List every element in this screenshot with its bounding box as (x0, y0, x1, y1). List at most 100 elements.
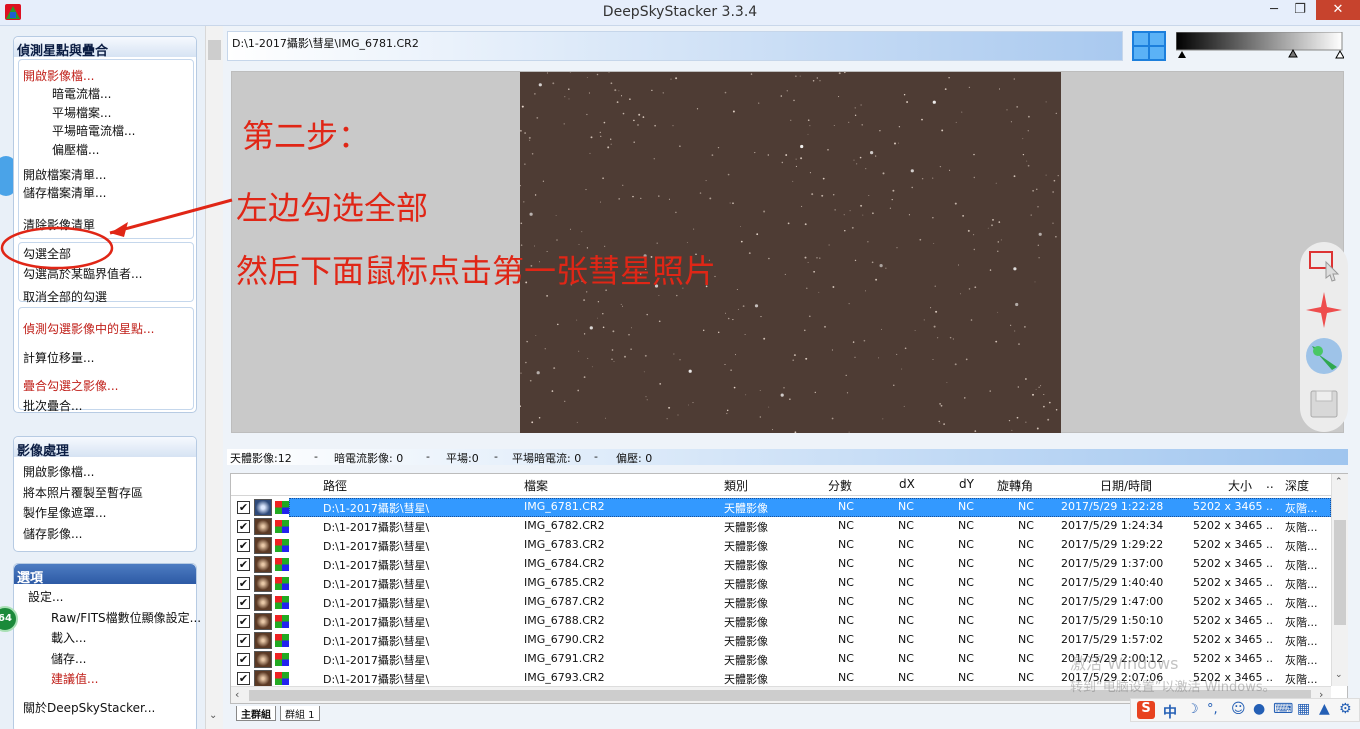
batch-stacking-link[interactable]: 批次疊合... (23, 397, 82, 414)
uncheck-all-link[interactable]: 取消全部的勾選 (23, 288, 107, 305)
table-vertical-scrollbar[interactable]: ⌃ ⌄ (1331, 474, 1348, 686)
raw-fits-settings-link[interactable]: Raw/FITS檔數位顯像設定... (51, 609, 201, 626)
microphone-icon[interactable]: ● (1253, 701, 1265, 717)
register-checked-link[interactable]: 偵測勾選影像中的星點... (23, 320, 154, 337)
scroll-up-arrow-icon[interactable]: ⌃ (1335, 477, 1343, 487)
save-settings-link[interactable]: 儲存... (51, 650, 86, 667)
open-images-link[interactable]: 開啟影像檔... (23, 67, 94, 84)
copy-to-clipboard-link[interactable]: 將本照片覆製至暫存區 (23, 484, 143, 501)
star (659, 383, 662, 385)
compute-offsets-link[interactable]: 計算位移量... (23, 349, 94, 366)
star (997, 311, 999, 313)
tab-main-group[interactable]: 主群組 (236, 706, 276, 721)
col-cfa[interactable]: .. (1266, 477, 1274, 491)
stack-checked-link[interactable]: 疊合勾選之影像... (23, 377, 118, 394)
cell-score: NC (838, 500, 854, 513)
punctuation-icon[interactable]: °, (1207, 702, 1218, 717)
tab-group-1[interactable]: 群組 1 (280, 706, 320, 721)
scroll-thumb[interactable] (1334, 520, 1346, 625)
star-edit-icon[interactable] (1304, 290, 1344, 330)
row-checkbox[interactable]: ✔ (237, 539, 250, 552)
star (1037, 244, 1039, 246)
dark-files-link[interactable]: 暗電流檔... (52, 85, 111, 102)
moon-icon[interactable]: ☽ (1187, 702, 1199, 717)
left-scrollbar[interactable]: ⌄ (205, 26, 223, 729)
table-row[interactable]: ✔ D:\1-2017攝影\彗星\ IMG_6790.CR2 天體影像 NC NC NC NC… (231, 631, 1331, 650)
ime-language[interactable]: 中 (1163, 702, 1177, 722)
clear-list-link[interactable]: 清除影像清單 (23, 216, 95, 233)
table-row[interactable]: ✔ D:\1-2017攝影\彗星\ IMG_6782.CR2 天體影像 NC NC NC NC… (231, 517, 1331, 536)
star (908, 214, 910, 216)
dark-flat-files-link[interactable]: 平場暗電流檔... (52, 122, 135, 139)
row-checkbox[interactable]: ✔ (237, 558, 250, 571)
maximize-button[interactable]: ❐ (1286, 0, 1314, 20)
star (646, 399, 648, 401)
col-path[interactable]: 路徑 (323, 477, 347, 494)
ime-toolbar[interactable]: S 中 ☽ °, ☺ ● ⌨ ▦ ▲ ⚙ (1130, 698, 1360, 722)
row-checkbox[interactable]: ✔ (237, 634, 250, 647)
star (896, 353, 898, 355)
star-mask-link[interactable]: 製作星像遮罩... (23, 504, 106, 521)
row-checkbox[interactable]: ✔ (237, 615, 250, 628)
row-checkbox[interactable]: ✔ (237, 577, 250, 590)
col-dy[interactable]: dY (959, 477, 974, 491)
table-row[interactable]: ✔ D:\1-2017攝影\彗星\ IMG_6781.CR2 天體影像 NC NC NC NC… (231, 498, 1331, 517)
table-row[interactable]: ✔ D:\1-2017攝影\彗星\ IMG_6787.CR2 天體影像 NC NC NC NC… (231, 593, 1331, 612)
star (923, 319, 925, 321)
emoji-icon[interactable]: ☺ (1231, 701, 1246, 717)
recommended-link[interactable]: 建議值... (51, 670, 98, 687)
minimize-button[interactable]: ─ (1260, 0, 1288, 20)
toolbox-icon[interactable]: ▦ (1297, 701, 1310, 717)
table-row[interactable]: ✔ D:\1-2017攝影\彗星\ IMG_6783.CR2 天體影像 NC NC NC NC… (231, 536, 1331, 555)
table-row[interactable]: ✔ D:\1-2017攝影\彗星\ IMG_6785.CR2 天體影像 NC NC NC NC… (231, 574, 1331, 593)
col-date[interactable]: 日期/時間 (1100, 477, 1152, 494)
save-image-link[interactable]: 儲存影像... (23, 525, 82, 542)
star (814, 391, 816, 394)
star (1035, 388, 1037, 390)
star (702, 329, 705, 332)
star (630, 348, 632, 350)
star (732, 110, 735, 113)
check-all-link[interactable]: 勾選全部 (23, 245, 71, 262)
row-checkbox[interactable]: ✔ (237, 520, 250, 533)
col-type[interactable]: 類別 (724, 477, 748, 494)
col-depth[interactable]: 深度 (1285, 477, 1309, 494)
scroll-thumb[interactable] (208, 40, 221, 60)
row-checkbox[interactable]: ✔ (237, 653, 250, 666)
table-row[interactable]: ✔ D:\1-2017攝影\彗星\ IMG_6788.CR2 天體影像 NC NC NC NC… (231, 612, 1331, 631)
keyboard-icon[interactable]: ⌨ (1273, 701, 1293, 717)
flat-files-link[interactable]: 平場檔案... (52, 104, 111, 121)
row-checkbox[interactable]: ✔ (237, 672, 250, 685)
star (602, 326, 605, 329)
col-dx[interactable]: dX (899, 477, 915, 491)
scroll-down-arrow-icon[interactable]: ⌄ (209, 710, 217, 721)
processing-open-link[interactable]: 開啟影像檔... (23, 463, 94, 480)
settings-link[interactable]: 設定... (28, 588, 63, 605)
open-file-list-link[interactable]: 開啟檔案清單... (23, 166, 106, 183)
cell-date: 2017/5/29 1:47:00 (1061, 595, 1164, 608)
comet-icon[interactable] (1304, 336, 1344, 376)
save-file-list-link[interactable]: 儲存檔案清單... (23, 184, 106, 201)
bias-files-link[interactable]: 偏壓檔... (52, 141, 99, 158)
histogram-slider[interactable] (1176, 32, 1344, 60)
star (1055, 112, 1057, 115)
check-above-threshold-link[interactable]: 勾選高於某臨界值者... (23, 265, 142, 282)
col-file[interactable]: 檔案 (524, 477, 548, 494)
scroll-down-arrow-icon[interactable]: ⌄ (1335, 670, 1343, 680)
grid-view-icon[interactable] (1131, 30, 1167, 62)
col-score[interactable]: 分數 (828, 477, 852, 494)
wrench-icon[interactable]: ⚙ (1339, 701, 1352, 717)
col-size[interactable]: 大小 (1228, 477, 1252, 494)
cell-date: 2017/5/29 1:57:02 (1061, 633, 1164, 646)
load-link[interactable]: 載入... (51, 629, 86, 646)
scroll-left-arrow-icon[interactable]: ‹ (235, 688, 239, 701)
row-checkbox[interactable]: ✔ (237, 501, 250, 514)
row-checkbox[interactable]: ✔ (237, 596, 250, 609)
save-disk-icon[interactable] (1304, 384, 1344, 424)
close-button[interactable]: ✕ (1316, 0, 1360, 20)
table-row[interactable]: ✔ D:\1-2017攝影\彗星\ IMG_6784.CR2 天體影像 NC NC NC NC… (231, 555, 1331, 574)
skin-icon[interactable]: ▲ (1319, 701, 1330, 717)
about-link[interactable]: 關於DeepSkyStacker... (23, 699, 155, 716)
select-rectangle-icon[interactable] (1304, 244, 1344, 284)
col-angle[interactable]: 旋轉角 (997, 477, 1033, 494)
